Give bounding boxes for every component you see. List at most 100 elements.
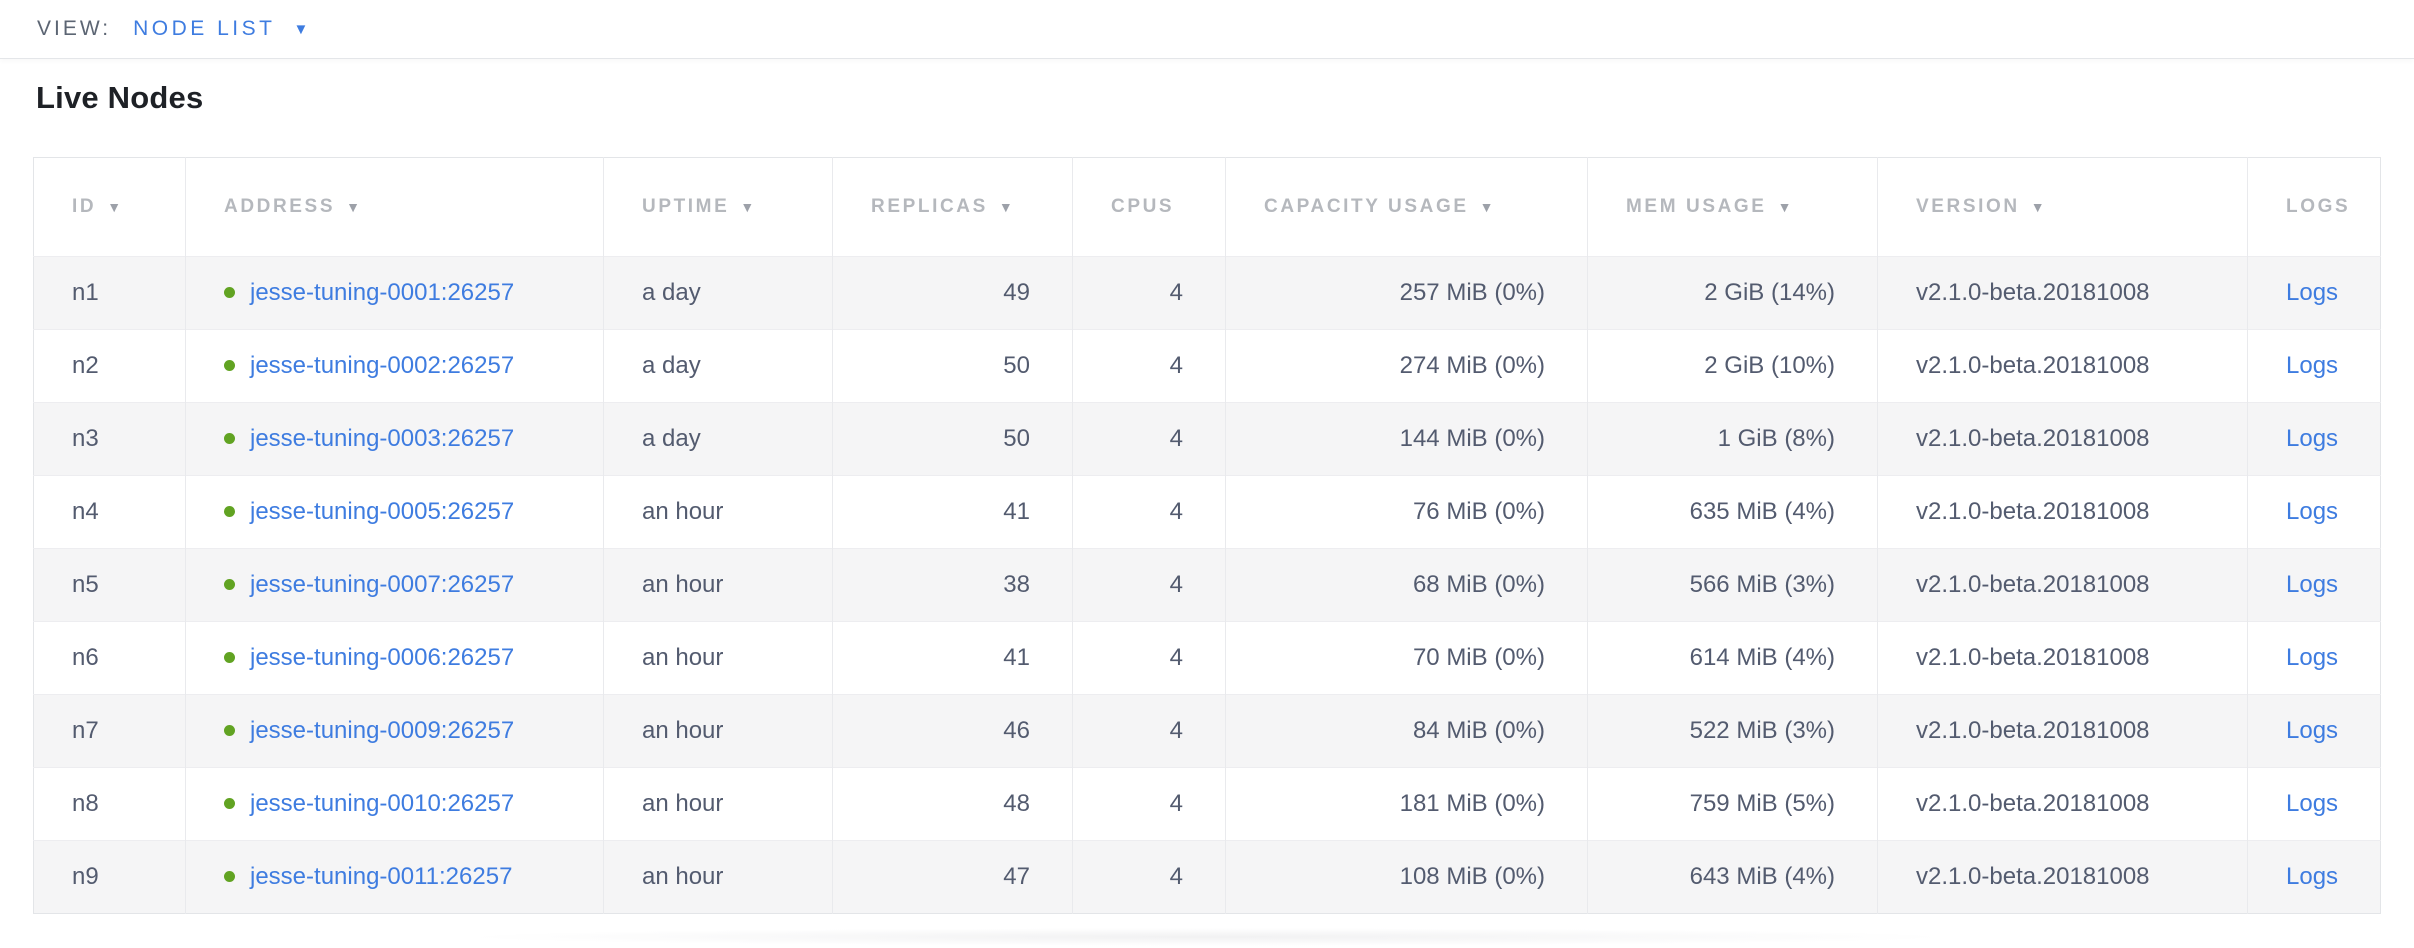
logs-link[interactable]: Logs (2286, 498, 2338, 525)
uptime-cell: an hour (604, 622, 833, 695)
column-header-replicas[interactable]: REPLICAS▼ (833, 158, 1073, 257)
table-row: n6 jesse-tuning-0006:26257 an hour 41 4 … (34, 622, 2381, 695)
uptime-cell: a day (604, 330, 833, 403)
cpus-cell: 4 (1073, 330, 1226, 403)
table-row: n8 jesse-tuning-0010:26257 an hour 48 4 … (34, 768, 2381, 841)
capacity-usage-cell: 257 MiB (0%) (1226, 257, 1588, 330)
cpus-cell: 4 (1073, 695, 1226, 768)
table-row: n5 jesse-tuning-0007:26257 an hour 38 4 … (34, 549, 2381, 622)
node-id-cell: n2 (34, 330, 186, 403)
cpus-cell: 4 (1073, 622, 1226, 695)
cpus-cell: 4 (1073, 403, 1226, 476)
node-address-cell: jesse-tuning-0002:26257 (186, 330, 604, 403)
version-cell: v2.1.0-beta.20181008 (1878, 549, 2248, 622)
version-cell: v2.1.0-beta.20181008 (1878, 695, 2248, 768)
node-live-status-icon (224, 506, 235, 517)
column-header-mem-usage[interactable]: MEM USAGE▼ (1588, 158, 1878, 257)
logs-link[interactable]: Logs (2286, 425, 2338, 452)
table-row: n7 jesse-tuning-0009:26257 an hour 46 4 … (34, 695, 2381, 768)
logs-cell: Logs (2248, 841, 2381, 914)
logs-cell: Logs (2248, 403, 2381, 476)
cpus-cell: 4 (1073, 841, 1226, 914)
column-header-address[interactable]: ADDRESS▼ (186, 158, 604, 257)
version-cell: v2.1.0-beta.20181008 (1878, 257, 2248, 330)
logs-cell: Logs (2248, 549, 2381, 622)
version-cell: v2.1.0-beta.20181008 (1878, 330, 2248, 403)
capacity-usage-cell: 108 MiB (0%) (1226, 841, 1588, 914)
logs-link[interactable]: Logs (2286, 571, 2338, 598)
node-live-status-icon (224, 871, 235, 882)
mem-usage-cell: 1 GiB (8%) (1588, 403, 1878, 476)
node-address-link[interactable]: jesse-tuning-0007:26257 (250, 571, 514, 598)
uptime-cell: an hour (604, 549, 833, 622)
live-nodes-table-container: ID▼ ADDRESS▼ UPTIME▼ REPLICAS▼ CPUS CAPA… (33, 157, 2381, 946)
node-live-status-icon (224, 433, 235, 444)
column-header-id[interactable]: ID▼ (34, 158, 186, 257)
replicas-cell: 47 (833, 841, 1073, 914)
replicas-cell: 41 (833, 622, 1073, 695)
replicas-cell: 38 (833, 549, 1073, 622)
live-nodes-table: ID▼ ADDRESS▼ UPTIME▼ REPLICAS▼ CPUS CAPA… (33, 157, 2381, 914)
node-address-cell: jesse-tuning-0010:26257 (186, 768, 604, 841)
table-row: n2 jesse-tuning-0002:26257 a day 50 4 27… (34, 330, 2381, 403)
node-address-link[interactable]: jesse-tuning-0011:26257 (250, 863, 512, 890)
logs-link[interactable]: Logs (2286, 790, 2338, 817)
logs-link[interactable]: Logs (2286, 863, 2338, 890)
mem-usage-cell: 614 MiB (4%) (1588, 622, 1878, 695)
node-address-link[interactable]: jesse-tuning-0006:26257 (250, 644, 514, 671)
node-address-link[interactable]: jesse-tuning-0010:26257 (250, 790, 514, 817)
node-live-status-icon (224, 652, 235, 663)
node-address-cell: jesse-tuning-0009:26257 (186, 695, 604, 768)
version-cell: v2.1.0-beta.20181008 (1878, 622, 2248, 695)
version-cell: v2.1.0-beta.20181008 (1878, 403, 2248, 476)
view-label: VIEW: (37, 17, 111, 41)
logs-cell: Logs (2248, 768, 2381, 841)
replicas-cell: 50 (833, 330, 1073, 403)
logs-link[interactable]: Logs (2286, 279, 2338, 306)
chevron-down-icon: ▼ (293, 22, 308, 37)
cpus-cell: 4 (1073, 476, 1226, 549)
node-id-cell: n4 (34, 476, 186, 549)
capacity-usage-cell: 76 MiB (0%) (1226, 476, 1588, 549)
uptime-cell: a day (604, 257, 833, 330)
sort-arrow-icon: ▼ (1778, 199, 1792, 215)
capacity-usage-cell: 181 MiB (0%) (1226, 768, 1588, 841)
node-address-link[interactable]: jesse-tuning-0002:26257 (250, 352, 514, 379)
node-address-link[interactable]: jesse-tuning-0003:26257 (250, 425, 514, 452)
node-live-status-icon (224, 725, 235, 736)
uptime-cell: an hour (604, 476, 833, 549)
mem-usage-cell: 566 MiB (3%) (1588, 549, 1878, 622)
column-header-uptime[interactable]: UPTIME▼ (604, 158, 833, 257)
node-address-link[interactable]: jesse-tuning-0009:26257 (250, 717, 514, 744)
replicas-cell: 41 (833, 476, 1073, 549)
version-cell: v2.1.0-beta.20181008 (1878, 841, 2248, 914)
logs-cell: Logs (2248, 330, 2381, 403)
node-address-link[interactable]: jesse-tuning-0005:26257 (250, 498, 514, 525)
section-shadow (457, 928, 1957, 946)
node-address-link[interactable]: jesse-tuning-0001:26257 (250, 279, 514, 306)
logs-cell: Logs (2248, 257, 2381, 330)
replicas-cell: 46 (833, 695, 1073, 768)
sort-arrow-icon: ▼ (999, 199, 1013, 215)
column-header-version[interactable]: VERSION▼ (1878, 158, 2248, 257)
node-id-cell: n1 (34, 257, 186, 330)
sort-arrow-icon: ▼ (107, 199, 121, 215)
view-dropdown[interactable]: NODE LIST ▼ (133, 17, 308, 41)
column-header-logs: LOGS (2248, 158, 2381, 257)
capacity-usage-cell: 68 MiB (0%) (1226, 549, 1588, 622)
logs-link[interactable]: Logs (2286, 717, 2338, 744)
cpus-cell: 4 (1073, 768, 1226, 841)
node-address-cell: jesse-tuning-0003:26257 (186, 403, 604, 476)
node-id-cell: n3 (34, 403, 186, 476)
node-live-status-icon (224, 579, 235, 590)
version-cell: v2.1.0-beta.20181008 (1878, 476, 2248, 549)
logs-link[interactable]: Logs (2286, 644, 2338, 671)
logs-link[interactable]: Logs (2286, 352, 2338, 379)
sort-arrow-icon: ▼ (1480, 199, 1494, 215)
node-address-cell: jesse-tuning-0001:26257 (186, 257, 604, 330)
table-row: n1 jesse-tuning-0001:26257 a day 49 4 25… (34, 257, 2381, 330)
sort-arrow-icon: ▼ (346, 199, 360, 215)
table-row: n3 jesse-tuning-0003:26257 a day 50 4 14… (34, 403, 2381, 476)
column-header-capacity-usage[interactable]: CAPACITY USAGE▼ (1226, 158, 1588, 257)
replicas-cell: 49 (833, 257, 1073, 330)
